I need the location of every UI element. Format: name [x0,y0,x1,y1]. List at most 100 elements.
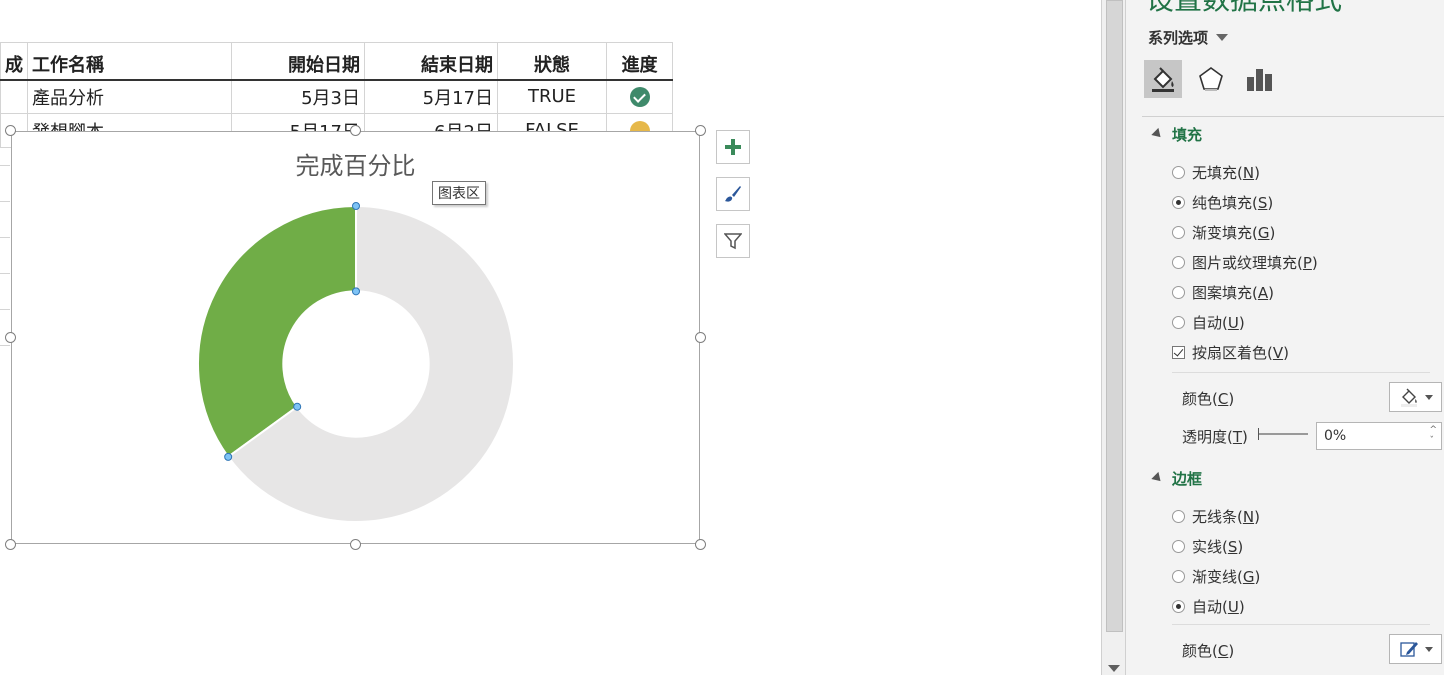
radio-button[interactable] [1172,196,1185,209]
resize-handle[interactable] [5,332,16,343]
checkbox-option[interactable]: 按扇区着色(V) [1172,342,1289,363]
resize-handle[interactable] [350,125,361,136]
effects-icon [1199,67,1223,91]
border-section-header[interactable]: 边框 [1151,468,1203,489]
paint-bucket-icon [1400,388,1417,407]
format-data-point-pane: 设置数据点格式 系列选项 [1126,0,1444,675]
donut-chart[interactable] [12,132,699,543]
option-label: 自动(U) [1192,598,1245,616]
option-label: 实线(S) [1192,538,1244,556]
resize-handle[interactable] [695,539,706,550]
radio-button[interactable] [1172,600,1185,613]
radio-button[interactable] [1172,570,1185,583]
chart-filters-button[interactable] [716,224,750,258]
radio-button[interactable] [1172,510,1185,523]
scroll-down-arrow-icon[interactable] [1108,665,1120,672]
radio-option[interactable]: 无填充(N) [1172,162,1260,183]
border-heading: 边框 [1172,470,1203,488]
separator [1172,372,1430,373]
spin-arrows-icon[interactable]: ^ ˇ [1429,425,1437,447]
data-point-handle[interactable] [224,452,233,461]
pane-title: 设置数据点格式 [1146,0,1342,18]
fill-heading: 填充 [1172,126,1203,144]
radio-option[interactable]: 渐变填充(G) [1172,222,1275,243]
radio-button[interactable] [1172,256,1185,269]
border-color-label: 颜色(C) [1182,642,1235,660]
chart-elements-button[interactable] [716,130,750,164]
chart-styles-button[interactable] [716,177,750,211]
checkbox[interactable] [1172,346,1185,359]
table-cell[interactable] [606,79,673,114]
radio-button[interactable] [1172,166,1185,179]
tab-series-options[interactable] [1240,60,1278,98]
radio-button[interactable] [1172,540,1185,553]
option-label: 无线条(N) [1192,508,1260,526]
data-point-handle[interactable] [352,202,360,210]
series-options-label: 系列选项 [1148,29,1209,47]
pane-tabs [1144,60,1278,98]
transparency-label: 透明度(T) [1182,428,1248,446]
resize-handle[interactable] [695,125,706,136]
radio-button[interactable] [1172,286,1185,299]
radio-option[interactable]: 纯色填充(S) [1172,192,1273,213]
column-header[interactable]: 進度 [606,42,673,81]
border-color-picker[interactable] [1389,634,1442,664]
row-gridlines [0,130,10,346]
resize-handle[interactable] [695,332,706,343]
chart-area-tooltip: 图表区 [432,181,486,205]
table-cell[interactable] [0,79,28,114]
column-header[interactable]: 成 [0,42,28,81]
radio-option[interactable]: 渐变线(G) [1172,566,1260,587]
column-header[interactable]: 狀態 [497,42,607,81]
option-label: 自动(U) [1192,314,1245,332]
fill-color-label: 颜色(C) [1182,390,1235,408]
column-header[interactable]: 結束日期 [364,42,498,81]
radio-option[interactable]: 自动(U) [1172,312,1245,333]
collapse-triangle-icon [1151,471,1165,485]
table-row: 產品分析 5月3日 5月17日 TRUE [0,79,673,114]
option-label: 无填充(N) [1192,164,1260,182]
table-cell[interactable]: 5月17日 [364,79,498,114]
pane-divider [1142,116,1444,117]
radio-button[interactable] [1172,316,1185,329]
donut-slice[interactable] [197,204,357,459]
check-circle-icon [629,87,650,108]
transparency-slider[interactable] [1258,428,1308,440]
resize-handle[interactable] [5,539,16,550]
fill-color-picker[interactable] [1389,382,1442,412]
option-label: 按扇区着色(V) [1192,344,1289,362]
chevron-down-icon [1424,394,1433,400]
table-cell[interactable]: 產品分析 [27,79,232,114]
resize-handle[interactable] [350,539,361,550]
vertical-scrollbar[interactable] [1101,0,1126,675]
radio-option[interactable]: 实线(S) [1172,536,1243,557]
spreadsheet-grid[interactable]: 成 工作名稱 開始日期 結束日期 狀態 進度 產品分析 5月3日 5月17日 T… [0,0,1100,675]
fill-line-icon [1152,67,1174,92]
chevron-down-icon [1216,34,1229,41]
radio-option[interactable]: 自动(U) [1172,596,1245,617]
table-cell[interactable]: 5月3日 [231,79,365,114]
tab-effects[interactable] [1192,60,1230,98]
option-label: 纯色填充(S) [1192,194,1274,212]
plus-icon [725,139,741,155]
chart-area[interactable]: 完成百分比 图表区 [11,131,700,544]
data-point-handle[interactable] [352,287,360,296]
radio-option[interactable]: 无线条(N) [1172,506,1260,527]
fill-section-header[interactable]: 填充 [1151,124,1203,145]
radio-option[interactable]: 图案填充(A) [1172,282,1274,303]
filter-icon [724,233,742,250]
radio-option[interactable]: 图片或纹理填充(P) [1172,252,1318,273]
resize-handle[interactable] [5,125,16,136]
column-header[interactable]: 開始日期 [231,42,365,81]
separator [1172,624,1430,625]
data-point-handle[interactable] [293,402,302,411]
transparency-input[interactable]: 0% ^ ˇ [1316,422,1442,450]
table-cell[interactable]: TRUE [497,79,607,114]
series-options-icon [1247,69,1272,91]
scrollbar-thumb[interactable] [1106,0,1123,632]
series-options-dropdown[interactable]: 系列选项 [1148,27,1229,48]
tab-fill-line[interactable] [1144,60,1182,98]
column-header[interactable]: 工作名稱 [27,42,232,81]
option-label: 渐变线(G) [1192,568,1261,586]
radio-button[interactable] [1172,226,1185,239]
